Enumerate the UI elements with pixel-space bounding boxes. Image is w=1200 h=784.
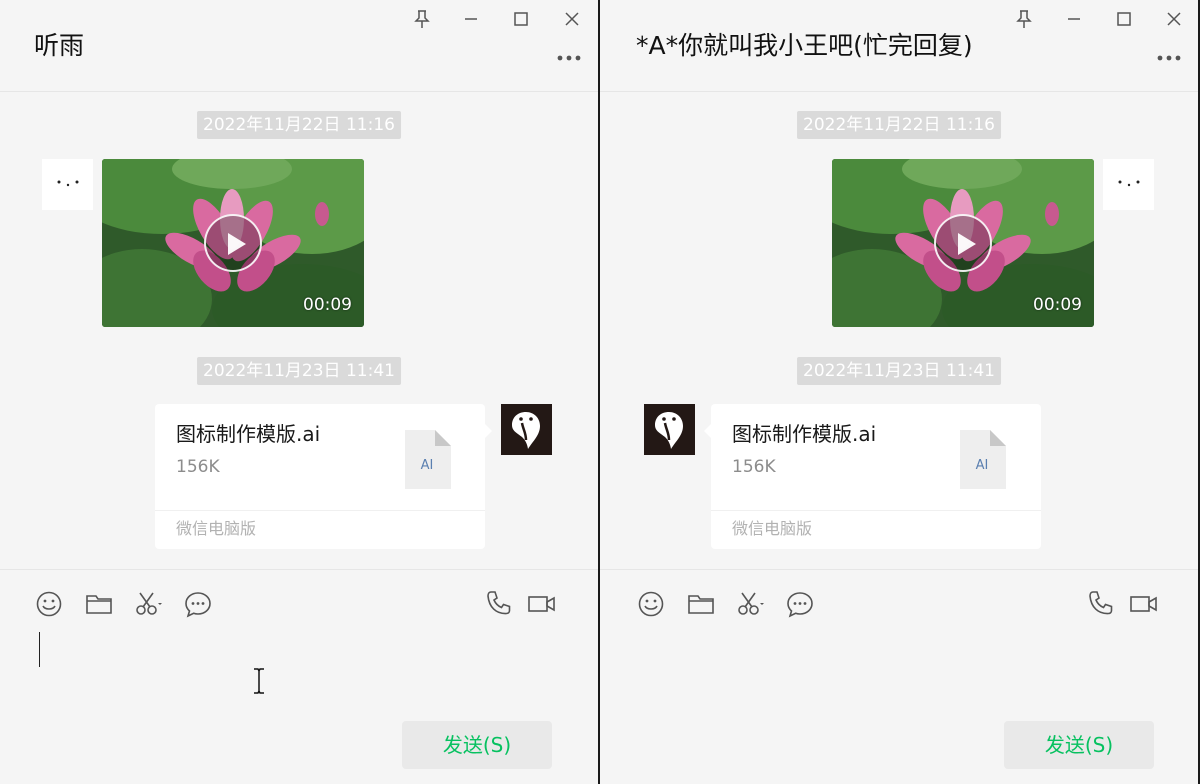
bubble-tail xyxy=(485,424,492,438)
chat-title: 听雨 xyxy=(34,31,85,60)
video-message[interactable]: 00:09 xyxy=(832,159,1094,327)
divider xyxy=(711,510,1041,511)
file-message[interactable]: 图标制作模版.ai 156K AI 微信电脑版 xyxy=(155,404,492,549)
message-input[interactable] xyxy=(20,625,580,710)
send-button[interactable]: 发送(S) xyxy=(1004,721,1154,769)
send-button[interactable]: 发送(S) xyxy=(402,721,552,769)
chat-history-icon[interactable] xyxy=(183,589,213,619)
folder-icon[interactable] xyxy=(84,589,114,619)
my-avatar[interactable] xyxy=(501,404,552,455)
file-name: 图标制作模版.ai xyxy=(732,422,877,446)
file-message[interactable]: 图标制作模版.ai 156K AI 微信电脑版 xyxy=(704,404,1041,549)
file-type-label: AI xyxy=(975,458,989,473)
phone-icon[interactable] xyxy=(484,589,514,619)
folder-icon[interactable] xyxy=(686,589,716,619)
bubble-tail xyxy=(704,424,711,438)
contact-avatar[interactable] xyxy=(644,404,695,455)
file-type-label: AI xyxy=(420,458,434,473)
scissors-icon[interactable] xyxy=(134,589,164,619)
input-divider xyxy=(600,569,1198,570)
chat-window-right: *A*你就叫我小王吧(忙完回复) 2022年11月22日 11:16 00:09… xyxy=(600,0,1198,784)
play-icon[interactable] xyxy=(934,214,992,272)
timestamp: 2022年11月23日 11:41 xyxy=(197,357,401,385)
video-duration: 00:09 xyxy=(303,295,352,315)
more-icon[interactable] xyxy=(556,50,584,64)
video-call-icon[interactable] xyxy=(527,589,557,619)
phone-icon[interactable] xyxy=(1086,589,1116,619)
maximize-icon[interactable] xyxy=(1109,6,1139,32)
file-source: 微信电脑版 xyxy=(732,519,813,538)
my-avatar[interactable] xyxy=(1103,159,1154,210)
minimize-icon[interactable] xyxy=(456,6,486,32)
timestamp: 2022年11月22日 11:16 xyxy=(797,111,1001,139)
emoji-icon[interactable] xyxy=(34,589,64,619)
input-divider xyxy=(0,569,598,570)
emoji-icon[interactable] xyxy=(636,589,666,619)
ai-file-icon: AI xyxy=(960,430,1006,489)
close-icon[interactable] xyxy=(557,6,587,32)
scissors-icon[interactable] xyxy=(736,589,766,619)
title-bar: 听雨 xyxy=(0,0,598,92)
ibeam-cursor-icon xyxy=(252,668,266,694)
message-input[interactable] xyxy=(620,625,1180,710)
file-size: 156K xyxy=(176,457,220,477)
file-size: 156K xyxy=(732,457,776,477)
chat-history-icon[interactable] xyxy=(785,589,815,619)
timestamp: 2022年11月22日 11:16 xyxy=(197,111,401,139)
video-duration: 00:09 xyxy=(1033,295,1082,315)
text-caret xyxy=(39,632,40,667)
play-icon[interactable] xyxy=(204,214,262,272)
maximize-icon[interactable] xyxy=(506,6,536,32)
more-icon[interactable] xyxy=(1156,50,1184,64)
pin-icon[interactable] xyxy=(407,6,437,32)
message-list[interactable]: 2022年11月22日 11:16 00:09 2022年11月23日 11:4… xyxy=(0,93,598,569)
message-list[interactable]: 2022年11月22日 11:16 00:09 2022年11月23日 11:4… xyxy=(600,93,1198,569)
chat-window-left: 听雨 2022年11月22日 11:16 00:09 2022年11月23日 1… xyxy=(0,0,598,784)
minimize-icon[interactable] xyxy=(1059,6,1089,32)
video-message[interactable]: 00:09 xyxy=(102,159,364,327)
file-source: 微信电脑版 xyxy=(176,519,257,538)
contact-avatar[interactable] xyxy=(42,159,93,210)
video-call-icon[interactable] xyxy=(1129,589,1159,619)
timestamp: 2022年11月23日 11:41 xyxy=(797,357,1001,385)
ai-file-icon: AI xyxy=(405,430,451,489)
file-name: 图标制作模版.ai xyxy=(176,422,321,446)
close-icon[interactable] xyxy=(1159,6,1189,32)
title-bar: *A*你就叫我小王吧(忙完回复) xyxy=(600,0,1198,92)
chat-title: *A*你就叫我小王吧(忙完回复) xyxy=(636,31,973,60)
divider xyxy=(155,510,485,511)
pin-icon[interactable] xyxy=(1009,6,1039,32)
